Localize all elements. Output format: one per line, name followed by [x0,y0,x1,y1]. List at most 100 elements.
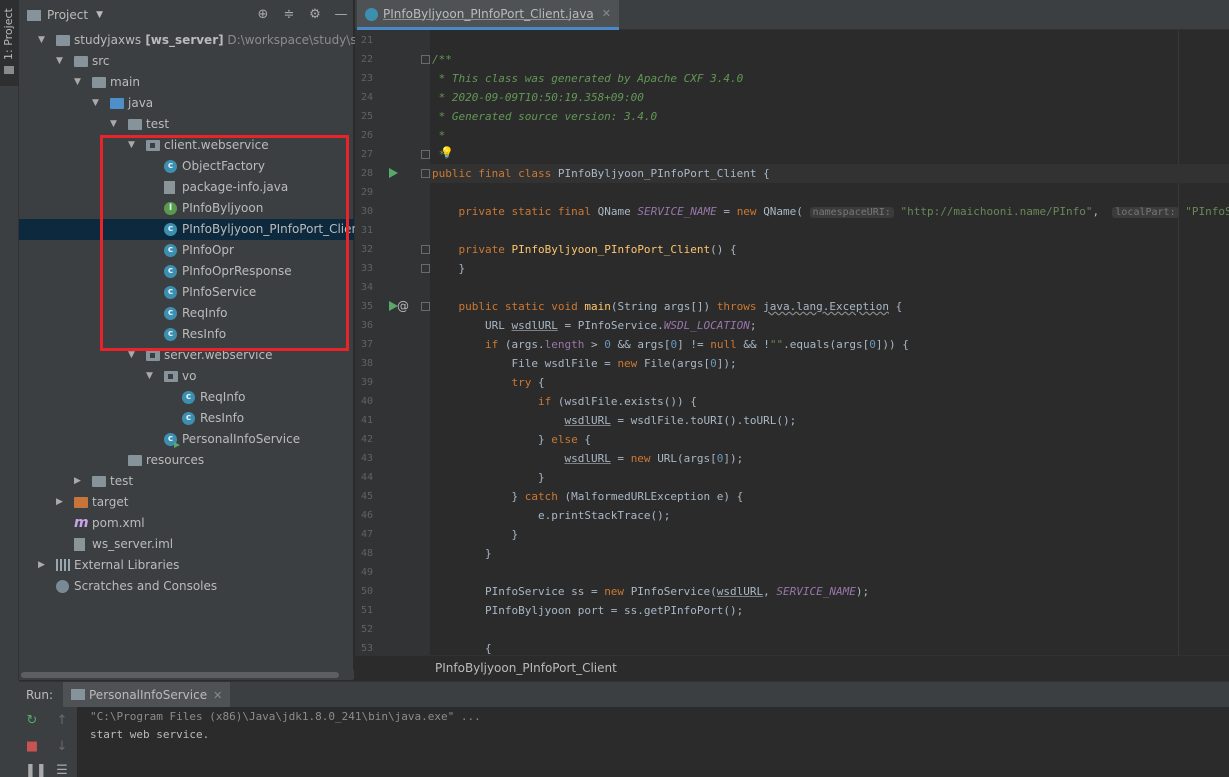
run-tab-label: PersonalInfoService [89,688,208,702]
close-icon[interactable]: ✕ [602,7,611,20]
project-tool-tab-label: 1: Project [2,8,15,60]
stop-icon[interactable]: ■ [25,740,39,754]
line-number: 44 [360,472,373,483]
chevron-down-icon[interactable]: ▼ [74,72,81,93]
tree-item-label: pom.xml [92,516,145,530]
tree-item[interactable]: ▼ test [19,114,354,135]
run-toolbar: ↻ ↑ ■ ↓ ❚❚ ☰ [19,707,77,777]
project-tool-tab[interactable]: 1: Project [0,0,19,86]
line-number: 36 [360,320,373,331]
package-icon [146,140,160,151]
tree-item[interactable]: package-info.java [19,177,354,198]
tree-item[interactable]: ws_server.iml [19,534,354,555]
code-line: * 2020-09-09T10:50:19.358+09:00 [432,91,644,104]
tree-item[interactable]: c ReqInfo [19,387,354,408]
java-class-icon: c [164,244,177,257]
code-line: public final class PInfoByljyoon_PInfoPo… [432,167,770,180]
line-number: 21 [360,35,373,46]
java-interface-icon: I [164,202,177,215]
tree-item-label: java [128,96,154,110]
pause-icon[interactable]: ❚❚ [25,764,47,777]
close-icon[interactable]: ✕ [213,689,222,702]
chevron-down-icon[interactable]: ▼ [128,345,135,366]
tree-item[interactable]: m pom.xml [19,513,354,534]
line-number: 22 [360,54,373,65]
chevron-down-icon[interactable]: ▼ [110,114,117,135]
run-tab[interactable]: PersonalInfoService ✕ [63,682,231,708]
soft-wrap-icon[interactable]: ☰ [55,764,69,777]
minimize-icon[interactable]: — [333,6,349,22]
tree-item-label: PInfoOprResponse [182,264,292,278]
editor-tab-active[interactable]: PInfoByljyoon_PInfoPort_Client.java ✕ [357,0,619,30]
code-line: } else { [432,433,591,446]
tool-window-strip: 1: Project [0,0,19,680]
tree-item-label: PInfoByljyoon_PInfoPort_Client [182,222,364,236]
tree-item[interactable]: c PInfoOpr [19,240,354,261]
arrow-down-icon[interactable]: ↓ [55,740,69,754]
tree-item[interactable]: ▶ test [19,471,354,492]
run-console[interactable]: "C:\Program Files (x86)\Java\jdk1.8.0_24… [77,707,1229,777]
project-tool-icon [4,66,14,74]
run-class-icon[interactable] [389,168,398,178]
rerun-icon[interactable]: ↻ [25,714,39,728]
locate-icon[interactable]: ⊕ [255,6,271,22]
code-line: File wsdlFile = new File(args[0]); [432,357,737,370]
project-folder-icon [27,9,41,21]
intention-bulb-icon[interactable]: 💡 [440,146,454,159]
tree-item[interactable]: ▼ main [19,72,354,93]
arrow-up-icon[interactable]: ↑ [55,714,69,728]
chevron-down-icon[interactable]: ▼ [56,51,63,72]
tree-item[interactable]: ▼ server.webservice [19,345,354,366]
package-icon [146,350,160,361]
fold-marker-icon[interactable] [421,169,430,178]
tree-item[interactable]: c PInfoOprResponse [19,261,354,282]
collapse-all-icon[interactable]: ≑ [281,6,297,22]
chevron-down-icon[interactable]: ▼ [92,93,99,114]
tree-item[interactable]: c PInfoByljyoon_PInfoPort_Client [19,219,364,240]
fold-marker-icon[interactable] [421,55,430,64]
chevron-down-icon[interactable]: ▼ [146,366,153,387]
project-panel-title[interactable]: Project [47,8,88,22]
tree-item-label: package-info.java [182,180,289,194]
code-editor[interactable]: /** * This class was generated by Apache… [430,30,1229,655]
line-number: 34 [360,282,373,293]
code-line: * Generated source version: 3.4.0 [432,110,658,123]
tree-item[interactable]: Scratches and Consoles [19,576,354,597]
tree-item[interactable]: ▶ External Libraries [19,555,354,576]
tree-item[interactable]: c PInfoService [19,282,354,303]
scrollbar-thumb[interactable] [21,672,339,678]
tree-item[interactable]: ▼ client.webservice [19,135,354,156]
gear-icon[interactable]: ⚙ [307,6,323,22]
tree-item[interactable]: I PInfoByljyoon [19,198,354,219]
chevron-right-icon[interactable]: ▶ [38,555,45,576]
tree-item[interactable]: ▼ vo [19,366,354,387]
tree-item[interactable]: ▼ src [19,51,354,72]
fold-marker-icon[interactable] [421,245,430,254]
tree-item[interactable]: c PersonalInfoService [19,429,354,450]
module-file-icon [74,538,85,551]
fold-marker-icon[interactable] [421,150,430,159]
chevron-right-icon[interactable]: ▶ [74,471,81,492]
chevron-down-icon[interactable]: ▼ [38,30,45,51]
tree-item[interactable]: ▼ studyjaxws [ws_server] D:\workspace\stu… [19,30,394,51]
code-line: wsdlURL = wsdlFile.toURI().toURL(); [564,414,797,427]
annotation-icon[interactable]: @ [397,299,409,313]
tree-item[interactable]: resources [19,450,354,471]
tree-item[interactable]: ▼ java [19,93,354,114]
tree-item[interactable]: c ReqInfo [19,303,354,324]
fold-marker-icon[interactable] [421,302,430,311]
fold-marker-icon[interactable] [421,264,430,273]
java-class-icon: c [164,265,177,278]
tree-item[interactable]: c ResInfo [19,408,354,429]
tree-item-label: Scratches and Consoles [74,579,218,593]
chevron-right-icon[interactable]: ▶ [56,492,63,513]
tree-item-label: client.webservice [164,138,269,152]
tree-item[interactable]: ▶ target [19,492,354,513]
chevron-down-icon[interactable]: ▼ [96,10,103,20]
chevron-down-icon[interactable]: ▼ [128,135,135,156]
breadcrumb-item[interactable]: PInfoByljyoon_PInfoPort_Client [435,661,617,675]
tree-horizontal-scrollbar[interactable] [19,670,354,679]
console-line: "C:\Program Files (x86)\Java\jdk1.8.0_24… [90,710,481,723]
tree-item[interactable]: c ResInfo [19,324,354,345]
tree-item[interactable]: c ObjectFactory [19,156,354,177]
